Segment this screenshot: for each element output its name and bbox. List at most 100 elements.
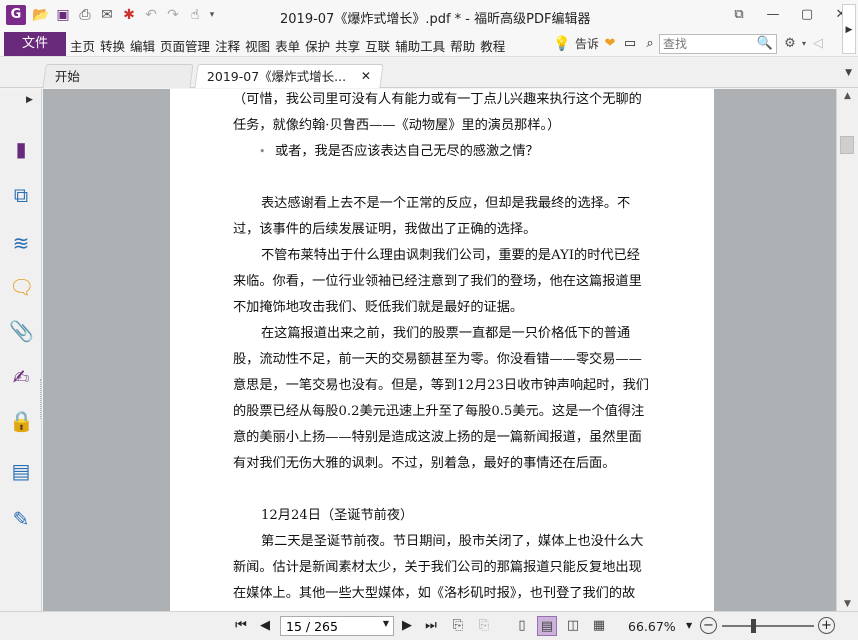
- menu-form[interactable]: 表单: [275, 36, 300, 55]
- menu-view[interactable]: 视图: [245, 36, 270, 55]
- email-icon[interactable]: ✉: [96, 6, 118, 24]
- scroll-up-icon[interactable]: ▲: [837, 91, 858, 101]
- comments-icon[interactable]: 🗨: [9, 275, 34, 299]
- customize-dropdown-icon[interactable]: ▾: [206, 6, 218, 24]
- continuous-view-icon[interactable]: ▤: [537, 616, 557, 636]
- document-view[interactable]: （可惜，我公司里可没有人有能力或有一丁点儿兴趣来执行这个无聊的 任务，就像约翰·贝…: [43, 89, 836, 611]
- zoom-in-button[interactable]: +: [818, 617, 835, 634]
- text-line: 意的美丽小上扬——特别是造成这波上扬的是一篇新闻报道，虽然里面: [233, 430, 642, 445]
- text-line: [233, 477, 653, 503]
- hand-tool-icon[interactable]: ☝: [184, 6, 206, 24]
- menu-comment[interactable]: 注释: [215, 36, 240, 55]
- layers-icon[interactable]: ≋: [9, 231, 33, 255]
- menu-edit[interactable]: 编辑: [130, 36, 155, 55]
- collapse-ribbon-button[interactable]: ▶: [842, 4, 856, 54]
- zoom-out-button[interactable]: −: [700, 617, 717, 634]
- next-page-icon[interactable]: ▶: [398, 616, 416, 636]
- text-line: 的股票已经从每股0.2美元迅速上升至了每股0.5美元。这是一个值得注: [233, 404, 645, 419]
- extract-page-icon[interactable]: ⎘: [448, 616, 468, 636]
- app-logo-icon[interactable]: G: [6, 5, 26, 25]
- settings-gear-icon[interactable]: ⚙: [781, 35, 799, 53]
- text-line: 不加掩饰地攻击我们、贬低我们就是最好的证据。: [233, 300, 524, 315]
- insert-page-icon[interactable]: ⎘: [474, 616, 494, 636]
- first-page-icon[interactable]: ⏮: [232, 616, 250, 636]
- form-fields-icon[interactable]: ▤: [9, 459, 33, 483]
- text-line: 来临。你看，一位行业领袖已经注意到了我们的登场，他在这篇报道里: [233, 274, 642, 289]
- expand-panel-icon[interactable]: ▶: [26, 95, 33, 105]
- tab-document-label: 2019-07《爆炸式增长...: [206, 69, 347, 84]
- save-icon[interactable]: ▣: [52, 6, 74, 24]
- menu-connect[interactable]: 互联: [365, 36, 390, 55]
- menu-page-management[interactable]: 页面管理: [160, 36, 210, 55]
- vertical-scrollbar[interactable]: ▲ ▼: [836, 89, 858, 611]
- right-toolbar: ⚙ ▾ ◁: [781, 35, 827, 53]
- image-search-icon[interactable]: ⌕: [640, 35, 660, 53]
- text-line: 新闻。估计是新闻素材太少，关于我们公司的那篇报道只能反复地出现: [233, 560, 642, 575]
- search-input[interactable]: [660, 35, 756, 53]
- tab-home-label: 开始: [54, 69, 80, 84]
- pages-icon[interactable]: ⧉: [9, 183, 33, 207]
- tab-document[interactable]: 2019-07《爆炸式增长... ✕: [194, 64, 384, 88]
- tell-me-label: 告诉: [575, 37, 600, 51]
- text-line: 12月24日（圣诞节前夜）: [261, 508, 414, 523]
- lightbulb-icon: 💡: [553, 35, 571, 52]
- menu-accessibility[interactable]: 辅助工具: [395, 36, 445, 55]
- text-line: 有对我们无伤大雅的讽刺。不过，别着急，最好的事情还在后面。: [233, 456, 616, 471]
- scroll-thumb[interactable]: [840, 136, 854, 154]
- continuous-facing-view-icon[interactable]: ▦: [589, 616, 609, 636]
- zoom-dropdown-icon[interactable]: ▼: [686, 621, 692, 630]
- text-line: 任务，就像约翰·贝鲁西——《动物屋》里的演员那样。）: [233, 118, 561, 133]
- file-menu-button[interactable]: 文件: [4, 32, 66, 56]
- text-line: 意思是，一笔交易也没有。但是，等到12月23日收市钟声响起时，我们: [233, 378, 649, 393]
- zoom-slider[interactable]: [722, 625, 814, 627]
- page-dropdown-icon[interactable]: ▼: [383, 619, 389, 628]
- open-folder-icon[interactable]: 📂: [30, 6, 52, 24]
- text-line: 在这篇报道出来之前，我们的股票一直都是一只价格低下的普通: [261, 326, 631, 341]
- page-number-input[interactable]: [281, 617, 377, 635]
- text-line: [233, 165, 653, 191]
- previous-page-icon[interactable]: ◀: [256, 616, 274, 636]
- menu-protect[interactable]: 保护: [305, 36, 330, 55]
- menu-share[interactable]: 共享: [335, 36, 360, 55]
- tab-close-icon[interactable]: ✕: [361, 65, 371, 88]
- maximize-button[interactable]: ▢: [790, 5, 824, 25]
- tell-me[interactable]: 💡 告诉: [553, 35, 599, 52]
- restore-layout-icon[interactable]: ⧉: [722, 5, 756, 25]
- tab-home[interactable]: 开始: [42, 64, 194, 88]
- minimize-button[interactable]: —: [756, 5, 790, 25]
- window-title: 2019-07《爆炸式增长》.pdf * - 福昕高级PDF编辑器: [280, 12, 591, 27]
- search-box: 🔍: [659, 34, 777, 54]
- settings-dropdown-icon[interactable]: ▾: [799, 35, 809, 53]
- scroll-down-icon[interactable]: ▼: [837, 599, 858, 609]
- redo-icon[interactable]: ↷: [162, 6, 184, 24]
- attachment-icon[interactable]: 📎: [9, 319, 34, 343]
- new-icon[interactable]: ✱: [118, 6, 140, 24]
- page-thumbnail-icon[interactable]: ▮: [9, 137, 33, 161]
- text-line: （可惜，我公司里可没有人有能力或有一丁点儿兴趣来执行这个无聊的: [233, 92, 642, 107]
- single-page-view-icon[interactable]: ▯: [512, 616, 532, 636]
- text-line: 不管布莱特出于什么理由讽刺我们公司，重要的是AYI的时代已经: [261, 248, 640, 263]
- signature-icon[interactable]: ✍: [9, 365, 33, 389]
- zoom-slider-handle[interactable]: [751, 619, 756, 633]
- tab-list-dropdown-icon[interactable]: ▼: [845, 68, 852, 78]
- facing-view-icon[interactable]: ◫: [563, 616, 583, 636]
- certificate-icon[interactable]: ✎: [9, 507, 33, 531]
- menu-convert[interactable]: 转换: [100, 36, 125, 55]
- feedback-icon[interactable]: ❤: [600, 35, 620, 53]
- menu-help[interactable]: 帮助: [450, 36, 475, 55]
- text-line: 股，流动性不足，前一天的交易额甚至为零。你没看错——零交易——: [233, 352, 642, 367]
- security-lock-icon[interactable]: 🔒: [9, 409, 34, 433]
- menu-tutorial[interactable]: 教程: [480, 36, 505, 55]
- search-icon[interactable]: 🔍: [757, 36, 773, 51]
- bullet-text: 或者，我是否应该表达自己无尽的感激之情？: [275, 144, 539, 159]
- menu-home[interactable]: 主页: [70, 36, 95, 55]
- print-icon[interactable]: ⎙: [74, 6, 96, 24]
- collapse-icon[interactable]: ▭: [620, 35, 640, 53]
- last-page-icon[interactable]: ⏭: [422, 616, 440, 636]
- menu-bar: 文件 主页 转换 编辑 页面管理 注释 视图 表单 保护 共享 互联 辅助工具 …: [0, 4, 858, 57]
- pdf-page: （可惜，我公司里可没有人有能力或有一丁点儿兴趣来执行这个无聊的 任务，就像约翰·贝…: [170, 89, 714, 611]
- back-arrow-icon[interactable]: ◁: [809, 35, 827, 53]
- text-line: 第二天是圣诞节前夜。节日期间，股市关闭了，媒体上也没什么大: [261, 534, 644, 549]
- navigation-panel: ▶ ▮ ⧉ ≋ 🗨 📎 ✍ 🔒 ▤ ✎: [0, 89, 42, 611]
- undo-icon[interactable]: ↶: [140, 6, 162, 24]
